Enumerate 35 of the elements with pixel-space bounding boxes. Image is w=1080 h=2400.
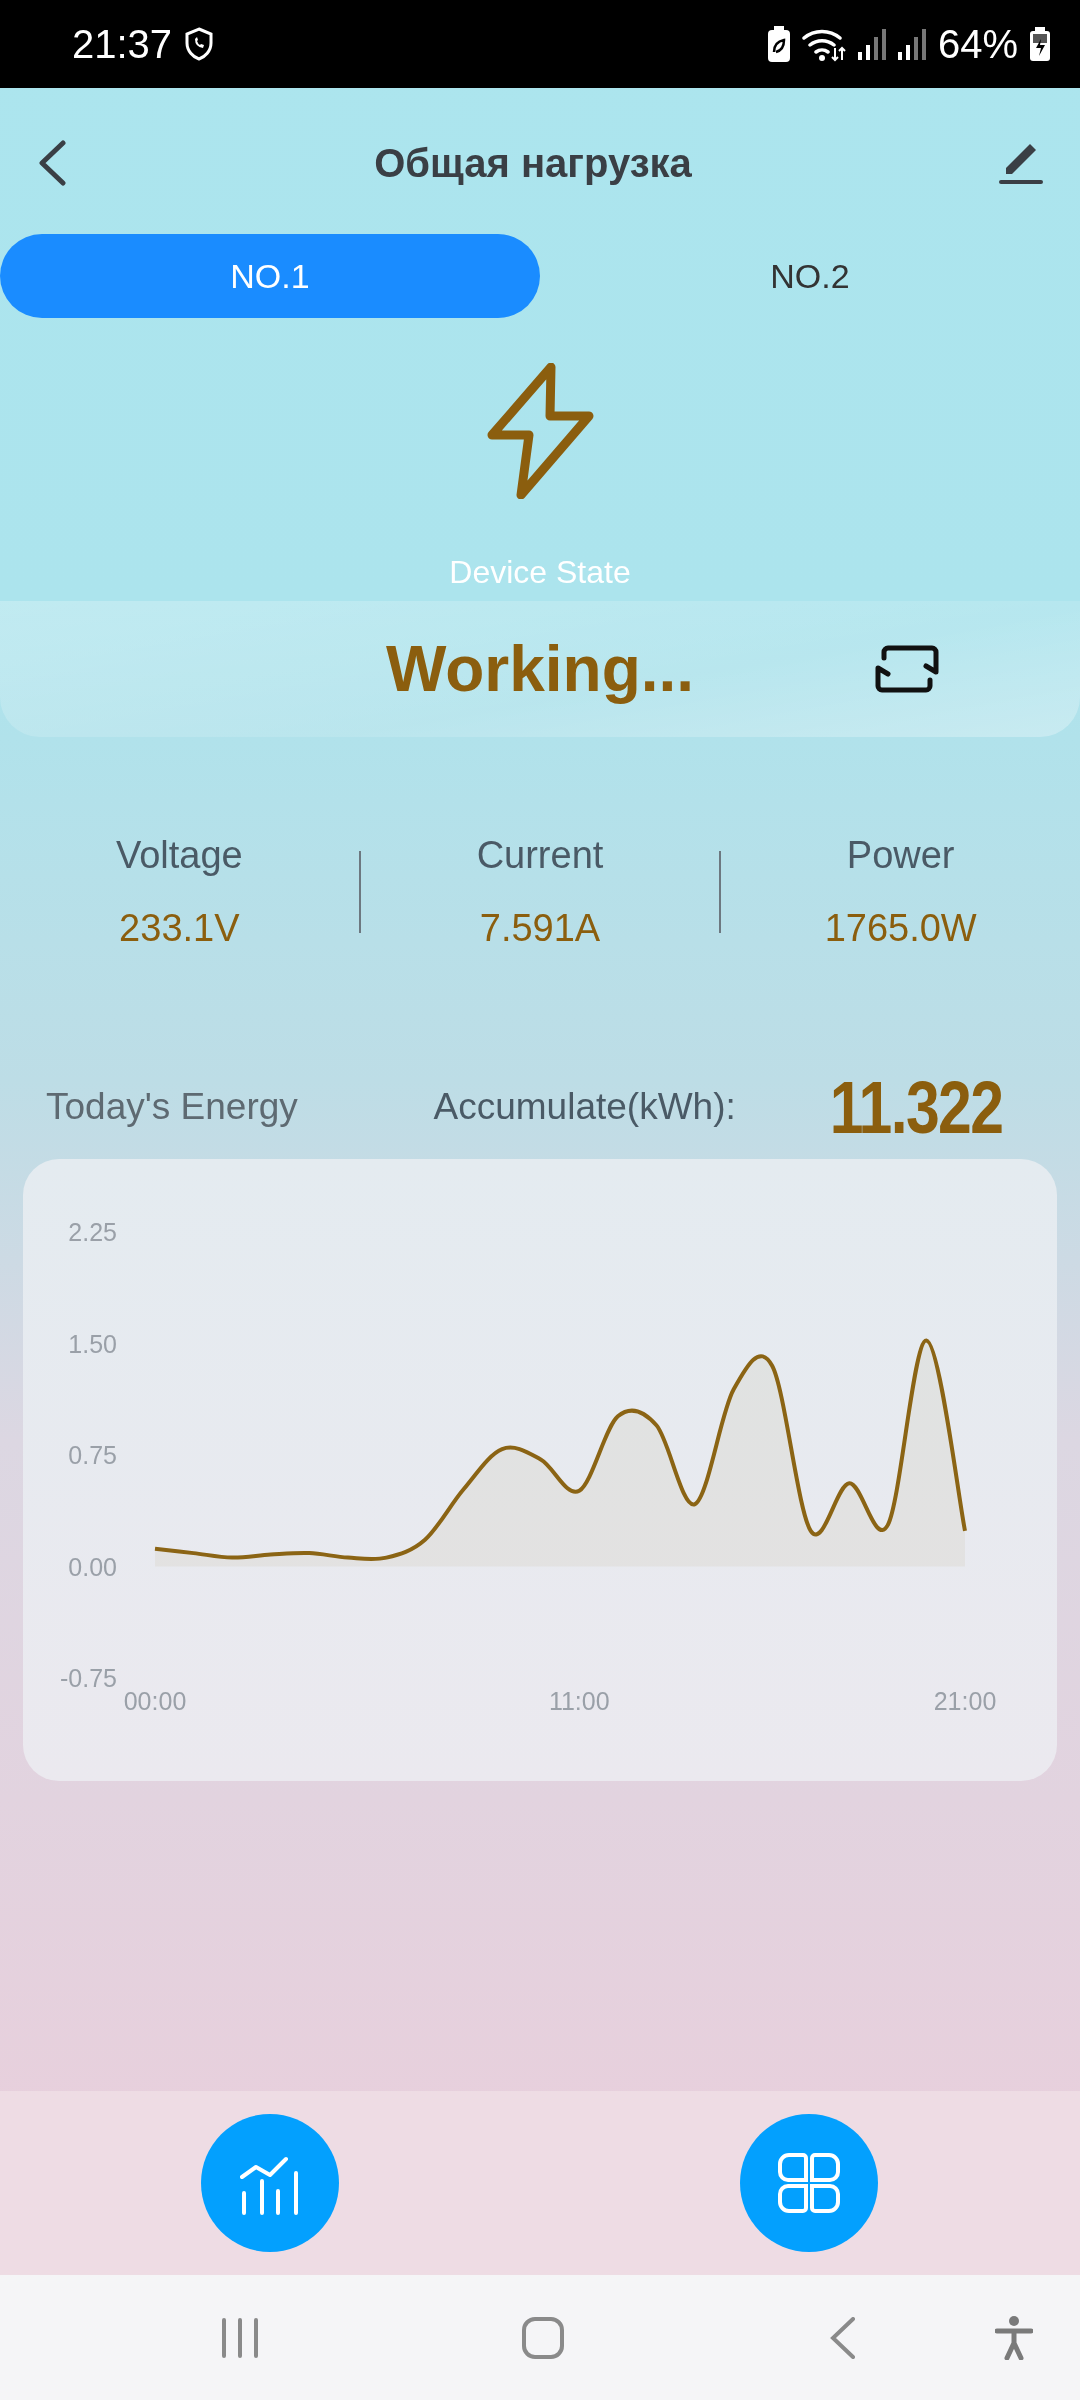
metric-label: Power: [846, 834, 955, 877]
metric-value: 7.591A: [479, 907, 601, 950]
axis-tick-label: 2.25: [68, 1218, 117, 1246]
axis-tick-label: 0.00: [68, 1552, 117, 1581]
battery-saver-icon: [767, 26, 790, 62]
shield-icon: [184, 27, 215, 61]
section-title: Today's Energy: [46, 1086, 299, 1128]
metric-value: 233.1V: [119, 907, 240, 950]
recents-icon[interactable]: [220, 2317, 260, 2358]
signal-icon: [857, 28, 886, 60]
axis-tick-label: 00:00: [123, 1687, 187, 1715]
axis-tick-label: 1.50: [68, 1329, 117, 1358]
accessibility-icon[interactable]: [995, 2315, 1033, 2360]
accumulate-label: Accumulate(kWh):: [433, 1086, 736, 1128]
home-icon[interactable]: [522, 2316, 564, 2359]
axis-tick-label: 11:00: [548, 1687, 610, 1715]
page-title: Общая нагрузка: [373, 140, 693, 186]
device-state-value: Working...: [385, 632, 695, 706]
battery-percent: 64%: [937, 21, 1018, 67]
axis-tick-label: 0.75: [68, 1441, 117, 1469]
lightning-icon: [486, 363, 594, 499]
axis-tick-label: 21:00: [933, 1687, 997, 1715]
metric-label: Current: [476, 834, 604, 877]
axis-tick-label: -0.75: [60, 1664, 117, 1692]
signal-icon: [897, 28, 926, 60]
metric-label: Voltage: [115, 834, 243, 877]
back-icon[interactable]: [36, 140, 68, 186]
accumulate-value: 11.322: [829, 1064, 1002, 1150]
tab[interactable]: NO.2: [540, 234, 1080, 318]
battery-icon: [1030, 27, 1050, 61]
clock-time: 21:37: [72, 21, 173, 67]
grid-icon: [777, 2151, 841, 2215]
refresh-icon[interactable]: [874, 644, 941, 694]
device-state-label: Device State: [449, 554, 631, 591]
metric-value: 1765.0W: [824, 907, 977, 950]
